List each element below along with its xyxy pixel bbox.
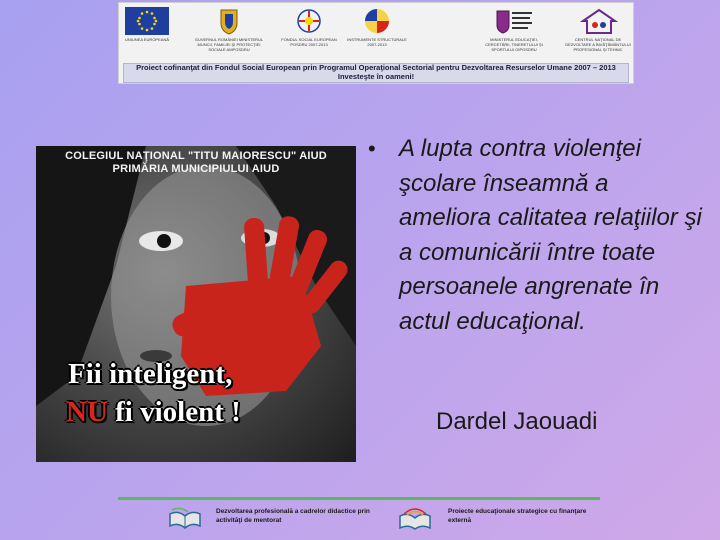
- footer-divider: [118, 497, 600, 500]
- school-name: COLEGIUL NAŢIONAL "TITU MAIORESCU" AIUD: [65, 150, 327, 162]
- book-rainbow-icon: [399, 508, 431, 530]
- logo-caption: MINISTERUL EDUCAŢIEI, CERCETĂRII, TINERE…: [485, 37, 543, 52]
- funding-slogan: Investeşte în oameni!: [337, 71, 415, 81]
- bullet-dot-icon: •: [368, 136, 376, 161]
- funding-statement: Proiect cofinanţat din Fondul Social Eur…: [123, 63, 629, 83]
- structural-instruments-icon: [365, 9, 389, 33]
- ministry-education-icon: [496, 10, 532, 34]
- slogan-emphasis: NU: [66, 396, 108, 428]
- cndipt-house-icon: [579, 8, 619, 34]
- logo-caption: CENTRUL NAŢIONAL DE DEZVOLTARE A ÎNVĂŢĂM…: [565, 37, 631, 52]
- poster-slogan-line2: NU fi violent !: [66, 396, 241, 429]
- eu-flag-icon: [125, 7, 169, 35]
- logo-caption: GUVERNUL ROMÂNIEI MINISTERUL MUNCII, FAM…: [194, 37, 264, 52]
- slogan-rest: fi violent !: [107, 396, 241, 428]
- bullet-text: A lupta contra violenţei şcolare înseamn…: [399, 135, 702, 335]
- poster-header: COLEGIUL NAŢIONAL "TITU MAIORESCU" AIUD …: [36, 150, 356, 176]
- anti-violence-poster: COLEGIUL NAŢIONAL "TITU MAIORESCU" AIUD …: [36, 146, 356, 462]
- poster-slogan-line1: Fii inteligent,: [68, 358, 233, 390]
- partner-logos-banner: UNIUNEA EUROPEANĂ GUVERNUL ROMÂNIEI MINI…: [118, 2, 634, 84]
- logo-caption: FONDUL SOCIAL EUROPEAN POSDRU 2007-2013: [281, 37, 337, 47]
- open-book-icon: [169, 507, 201, 529]
- footer-project-right: Proiecte educaţionale strategice cu fina…: [448, 508, 587, 524]
- logo-caption: UNIUNEA EUROPEANĂ: [124, 37, 169, 42]
- author-name: Dardel Jaouadi: [436, 408, 598, 435]
- town-hall-name: PRIMĂRIA MUNICIPIULUI AIUD: [112, 163, 280, 175]
- logo-caption: INSTRUMENTE STRUCTURALE 2007-2013: [347, 37, 407, 47]
- coat-of-arms-icon: [220, 9, 238, 35]
- footer-project-left: Dezvoltarea profesională a cadrelor dida…: [216, 508, 370, 524]
- fse-logo-icon: [297, 9, 321, 33]
